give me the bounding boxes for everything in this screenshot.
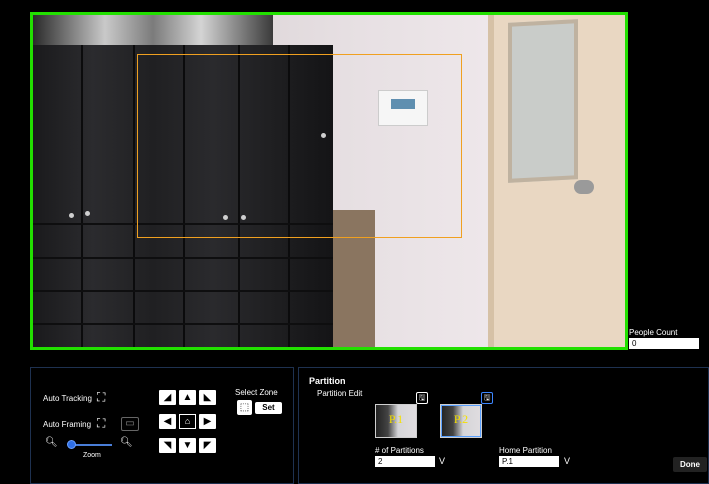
zoom-label: Zoom — [83, 452, 101, 459]
cabinet-shelf — [33, 290, 333, 292]
pan-down-right-button[interactable]: ◤ — [199, 438, 216, 453]
zoom-out-icon[interactable]: 🔍︎ — [45, 436, 58, 450]
partition-edit-label: Partition Edit — [317, 389, 363, 398]
auto-framing-icon[interactable]: ⛶ — [97, 416, 105, 430]
camera-video-feed[interactable] — [30, 12, 628, 350]
pan-left-button[interactable]: ◀ — [159, 414, 176, 429]
pan-right-button[interactable]: ▶ — [199, 414, 216, 429]
door-handle — [574, 180, 594, 194]
zoom-in-icon[interactable]: 🔍︎ — [120, 436, 133, 450]
select-zone-icon[interactable]: ⬚ — [237, 400, 252, 415]
save-icon[interactable]: 🖫 — [481, 392, 493, 404]
partitions-count-label: # of Partitions — [375, 446, 424, 455]
partition-thumbnail-label: P.1 — [388, 412, 404, 426]
pan-up-left-button[interactable]: ◢ — [159, 390, 176, 405]
partition-panel: Partition Partition Edit 🖫 P.1 🖫 P.2 # o… — [298, 367, 709, 484]
pan-up-button[interactable]: ▲ — [179, 390, 196, 405]
tracking-box[interactable] — [137, 54, 462, 238]
home-partition-label: Home Partition — [499, 446, 552, 455]
select-zone-label: Select Zone — [235, 388, 278, 397]
home-partition-select[interactable]: P.1 — [499, 456, 559, 467]
cabinet-shelf — [33, 257, 333, 259]
partition-title: Partition — [309, 376, 346, 386]
auto-tracking-icon[interactable]: ⛶ — [97, 390, 105, 404]
partition-selected-outline — [441, 405, 481, 437]
zoom-slider-thumb[interactable] — [67, 440, 77, 449]
cabinet-shelf — [33, 323, 333, 325]
done-button[interactable]: Done — [673, 457, 707, 472]
set-button[interactable]: Set — [255, 402, 282, 414]
cabinet-knob — [85, 211, 90, 216]
people-count-label: People Count — [629, 328, 678, 337]
partition-thumbnail[interactable]: P.1 — [375, 404, 417, 438]
auto-framing-label: Auto Framing — [43, 420, 92, 429]
partition-thumbnail[interactable]: P.2 — [440, 404, 482, 438]
pan-down-button[interactable]: ▼ — [179, 438, 196, 453]
cabinet-seam — [133, 45, 135, 347]
chevron-down-icon[interactable]: V — [564, 456, 570, 467]
video-door — [488, 15, 625, 347]
ptz-control-panel: Auto Tracking ⛶ Auto Framing ⛶ ▭ 🔍︎ 🔍︎ Z… — [30, 367, 294, 484]
chevron-down-icon[interactable]: V — [439, 456, 445, 467]
people-count-value: 0 — [629, 338, 699, 349]
partitions-count-select[interactable]: 2 — [375, 456, 435, 467]
save-icon[interactable]: 🖫 — [416, 392, 428, 404]
auto-tracking-label: Auto Tracking — [43, 394, 92, 403]
pan-up-right-button[interactable]: ◣ — [199, 390, 216, 405]
pan-down-left-button[interactable]: ◥ — [159, 438, 176, 453]
cabinet-knob — [69, 213, 74, 218]
home-button[interactable]: ⌂ — [179, 414, 196, 429]
video-shelf-items — [33, 15, 273, 45]
cabinet-seam — [81, 45, 83, 347]
framing-mode-icon[interactable]: ▭ — [121, 417, 139, 431]
door-window — [508, 19, 578, 183]
